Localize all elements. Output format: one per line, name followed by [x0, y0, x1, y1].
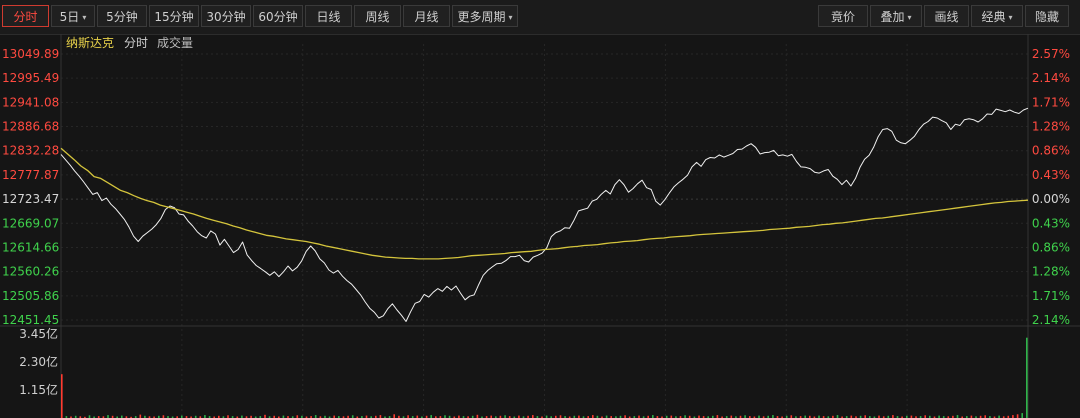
percent-tick-label: 2.57%: [1032, 47, 1070, 61]
volume-bar: [1021, 413, 1023, 418]
chevron-down-icon: ▾: [907, 13, 912, 22]
period-tab-0[interactable]: 分时: [2, 5, 49, 27]
period-tab-2[interactable]: 5分钟: [97, 5, 147, 27]
period-toolbar: 分时 5日 ▾ 5分钟 15分钟 30分钟 60分钟 日线 周线 月线 更多周期 ▾ 竟价 叠加 ▾ 画线 经典…: [0, 0, 1080, 35]
tool-button-2[interactable]: 画线: [924, 5, 969, 27]
period-tab-label: 5分钟: [106, 10, 138, 24]
tool-button-4[interactable]: 隐藏: [1025, 5, 1069, 27]
period-tab-label: 15分钟: [154, 10, 194, 24]
percent-tick-label: 1.28%: [1032, 265, 1070, 279]
tool-button-0[interactable]: 竟价: [818, 5, 868, 27]
price-tick-label: 12669.07: [2, 216, 59, 230]
period-tab-3[interactable]: 15分钟: [149, 5, 199, 27]
chart-legend: 纳斯达克 分时 成交量: [66, 35, 193, 50]
chart-canvas: 13049.89 12995.49 12941.08 12886.68 12832.28…: [0, 34, 1080, 418]
percent-tick-label: 2.14%: [1032, 71, 1070, 85]
period-tab-label: 月线: [414, 10, 439, 24]
period-tab-label: 分时: [13, 10, 38, 24]
period-tab-9[interactable]: 更多周期 ▾: [452, 5, 518, 27]
grid-lines: [0, 34, 1080, 418]
percent-tick-label: 1.28%: [1032, 120, 1070, 134]
price-tick-label: 12451.45: [2, 313, 59, 327]
volume-tick-label: 1.15亿: [19, 382, 58, 397]
chevron-down-icon: ▾: [82, 13, 87, 22]
percent-tick-label: 0.43%: [1032, 216, 1070, 230]
legend-mode: 分时: [124, 36, 148, 50]
volume-bar: [1016, 414, 1019, 418]
period-tab-label: 60分钟: [258, 10, 298, 24]
period-tab-label: 日线: [316, 10, 341, 24]
volume-bar: [1026, 337, 1028, 418]
percent-tick-label: 1.71%: [1032, 95, 1070, 109]
legend-symbol: 纳斯达克: [66, 36, 114, 50]
period-tab-label: 30分钟: [206, 10, 246, 24]
percent-tick-label: 0.00%: [1032, 192, 1070, 206]
period-tab-4[interactable]: 30分钟: [201, 5, 251, 27]
chart-window: 分时 5日 ▾ 5分钟 15分钟 30分钟 60分钟 日线 周线 月线 更多周期 ▾ 竟价 叠加 ▾ 画线 经典…: [0, 0, 1080, 418]
percent-tick-label: 0.86%: [1032, 240, 1070, 254]
period-tab-5[interactable]: 60分钟: [253, 5, 303, 27]
price-tick-label: 12723.47: [2, 192, 59, 206]
percent-tick-label: 2.14%: [1032, 313, 1070, 327]
volume-bar: [139, 414, 142, 418]
period-tab-7[interactable]: 周线: [354, 5, 401, 27]
price-tick-label: 13049.89: [2, 47, 59, 61]
tool-button-label: 叠加: [880, 10, 905, 24]
tool-button-label: 竟价: [830, 10, 855, 24]
price-tick-label: 12995.49: [2, 71, 59, 85]
period-tab-label: 周线: [365, 10, 390, 24]
chevron-down-icon: ▾: [508, 13, 513, 22]
legend-volume: 成交量: [157, 35, 193, 50]
volume-bar: [393, 414, 395, 418]
price-tick-label: 12777.87: [2, 168, 59, 182]
tool-button-label: 画线: [934, 10, 959, 24]
volume-tick-label: 2.30亿: [19, 354, 58, 369]
period-tab-label: 更多周期: [457, 10, 506, 24]
percent-tick-label: 1.71%: [1032, 289, 1070, 303]
price-tick-label: 12941.08: [2, 95, 59, 109]
tool-button-3[interactable]: 经典 ▾: [971, 5, 1023, 27]
percent-tick-label: 0.86%: [1032, 144, 1070, 158]
price-tick-label: 12560.26: [2, 265, 59, 279]
period-tab-label: 5日: [59, 10, 80, 24]
price-tick-label: 12832.28: [2, 144, 59, 158]
period-tab-6[interactable]: 日线: [305, 5, 352, 27]
volume-tick-label: 3.45亿: [19, 326, 58, 341]
price-tick-label: 12505.86: [2, 289, 59, 303]
chevron-down-icon: ▾: [1008, 13, 1013, 22]
price-tick-label: 12886.68: [2, 120, 59, 134]
tool-button-1[interactable]: 叠加 ▾: [870, 5, 922, 27]
tool-button-label: 隐藏: [1034, 10, 1059, 24]
period-tab-8[interactable]: 月线: [403, 5, 450, 27]
tool-button-label: 经典: [981, 10, 1006, 24]
period-tab-1[interactable]: 5日 ▾: [51, 5, 95, 27]
price-tick-label: 12614.66: [2, 240, 59, 254]
volume-bar: [61, 374, 63, 418]
percent-tick-label: 0.43%: [1032, 168, 1070, 182]
